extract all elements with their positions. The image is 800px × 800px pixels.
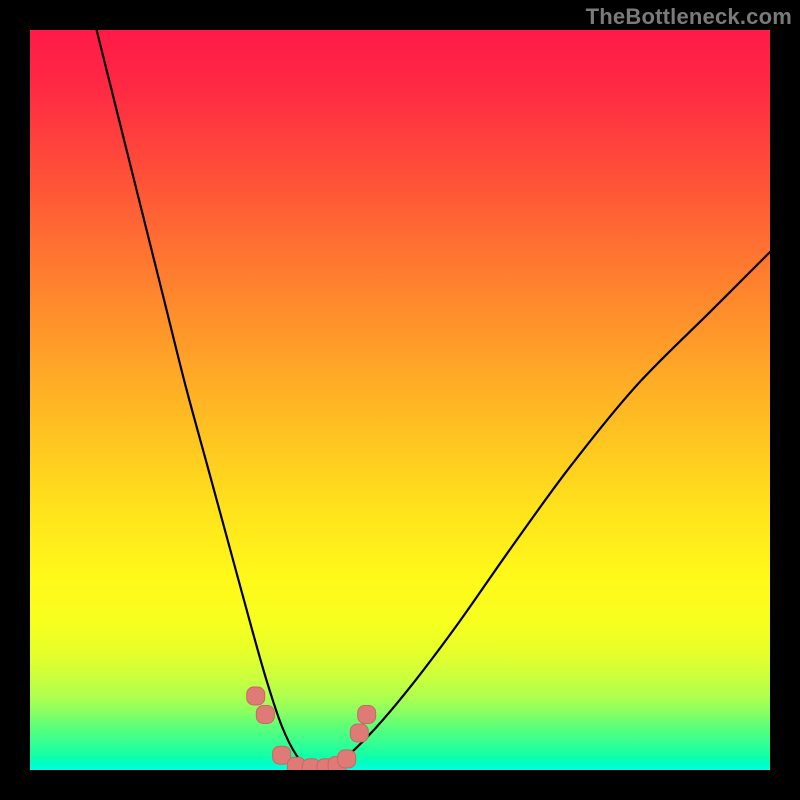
valley-marker: [358, 706, 376, 724]
curve-svg: [30, 30, 770, 770]
valley-marker: [338, 750, 356, 768]
valley-marker: [350, 724, 368, 742]
bottleneck-curve-path: [97, 30, 770, 770]
valley-marker: [256, 706, 274, 724]
valley-marker: [247, 687, 265, 705]
chart-frame: TheBottleneck.com: [0, 0, 800, 800]
plot-area: [30, 30, 770, 770]
watermark-text: TheBottleneck.com: [586, 4, 792, 30]
marker-group: [247, 687, 376, 770]
